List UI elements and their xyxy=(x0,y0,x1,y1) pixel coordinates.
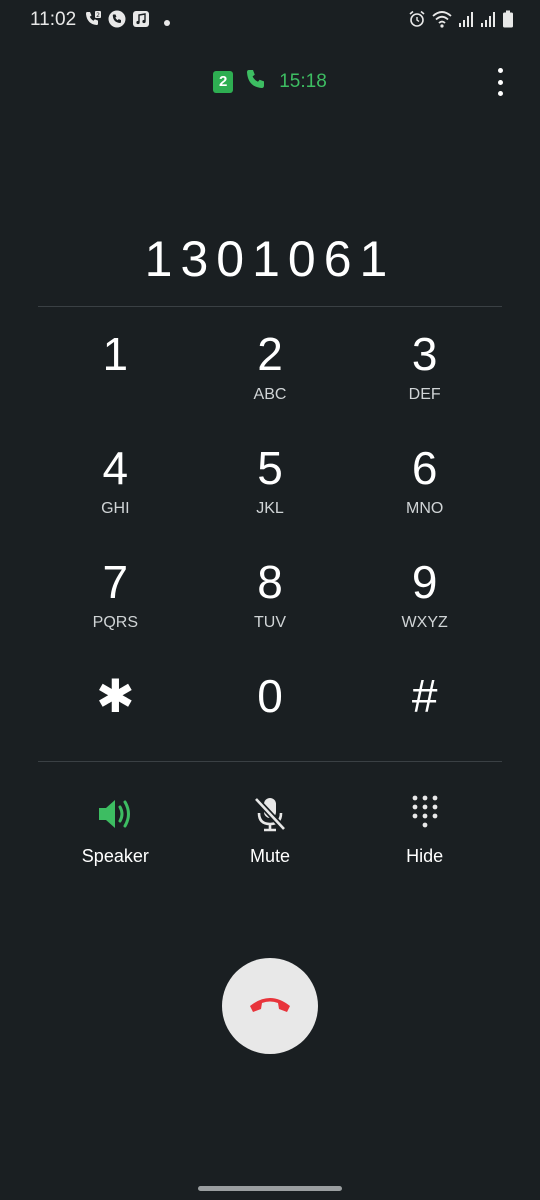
signal-icon xyxy=(458,10,474,33)
key-digit: 8 xyxy=(257,556,283,608)
status-right-icons xyxy=(408,10,514,33)
call-controls: Speaker Mute Hide xyxy=(38,792,502,867)
key-digit: ✱ xyxy=(96,670,135,722)
wifi-icon xyxy=(432,10,452,33)
speaker-icon xyxy=(93,792,137,836)
key-digit: 7 xyxy=(102,556,129,608)
music-icon xyxy=(132,10,150,33)
speaker-button[interactable]: Speaker xyxy=(38,792,193,867)
more-dot xyxy=(497,91,503,96)
key-5[interactable]: 5 JKL xyxy=(193,436,348,550)
notification-dot-icon xyxy=(164,13,170,31)
hide-label: Hide xyxy=(406,846,444,866)
call-duration: 15:18 xyxy=(279,70,327,92)
more-dot xyxy=(497,79,503,85)
key-digit: 6 xyxy=(411,442,438,494)
dialpad: 1 2 ABC 3 DEF 4 GHI 5 JKL 6 MNO 7 PQRS 8 TUV 9 W… xyxy=(38,322,502,778)
call-info: 2 15:18 xyxy=(0,68,540,95)
key-letters: ABC xyxy=(253,386,287,403)
status-time: 11:02 xyxy=(30,9,77,30)
signal-icon xyxy=(480,10,496,33)
status-left-icons: 2 xyxy=(84,10,170,33)
key-digit: 5 xyxy=(257,442,283,494)
call-phone-icon xyxy=(245,68,267,95)
more-dot xyxy=(497,68,503,73)
mute-label: Mute xyxy=(249,846,290,866)
key-digit: 0 xyxy=(257,670,283,722)
key-letters: GHI xyxy=(101,500,130,517)
speaker-label: Speaker xyxy=(81,846,149,866)
key-3[interactable]: 3 DEF xyxy=(347,322,502,436)
key-letters: WXYZ xyxy=(401,614,448,631)
key-8[interactable]: 8 TUV xyxy=(193,550,348,664)
hide-keypad-button[interactable]: Hide xyxy=(347,792,502,867)
key-letters: PQRS xyxy=(92,614,138,631)
dialed-number: 1301061 xyxy=(144,231,396,287)
end-call-icon xyxy=(247,992,293,1021)
key-4[interactable]: 4 GHI xyxy=(38,436,193,550)
divider xyxy=(38,761,502,762)
key-1[interactable]: 1 xyxy=(38,322,193,436)
alarm-icon xyxy=(408,10,426,33)
dialpad-icon xyxy=(403,792,447,836)
divider xyxy=(38,306,502,307)
svg-text:2: 2 xyxy=(96,12,100,19)
key-digit: 9 xyxy=(411,556,438,608)
end-call-button[interactable] xyxy=(222,958,318,1054)
key-letters: DEF xyxy=(408,386,441,403)
key-letters: MNO xyxy=(406,500,444,517)
key-7[interactable]: 7 PQRS xyxy=(38,550,193,664)
status-bar: 11:02 2 xyxy=(0,0,540,40)
key-9[interactable]: 9 WXYZ xyxy=(347,550,502,664)
gesture-handle[interactable] xyxy=(198,1186,342,1191)
mute-button[interactable]: Mute xyxy=(193,792,348,867)
key-letters: TUV xyxy=(253,614,286,631)
key-letters: JKL xyxy=(256,500,284,517)
battery-icon xyxy=(502,10,514,33)
sim-badge: 2 xyxy=(213,70,234,93)
key-digit: 1 xyxy=(102,328,129,380)
mic-off-icon xyxy=(248,792,292,836)
key-6[interactable]: 6 MNO xyxy=(347,436,502,550)
key-2[interactable]: 2 ABC xyxy=(193,322,348,436)
phone-icon xyxy=(108,10,126,33)
key-digit: 4 xyxy=(102,442,129,494)
more-options-button[interactable] xyxy=(490,68,510,96)
key-digit: 3 xyxy=(411,328,438,380)
sim2-call-icon: 2 xyxy=(84,10,102,33)
key-digit: # xyxy=(411,670,438,722)
key-digit: 2 xyxy=(257,328,283,380)
